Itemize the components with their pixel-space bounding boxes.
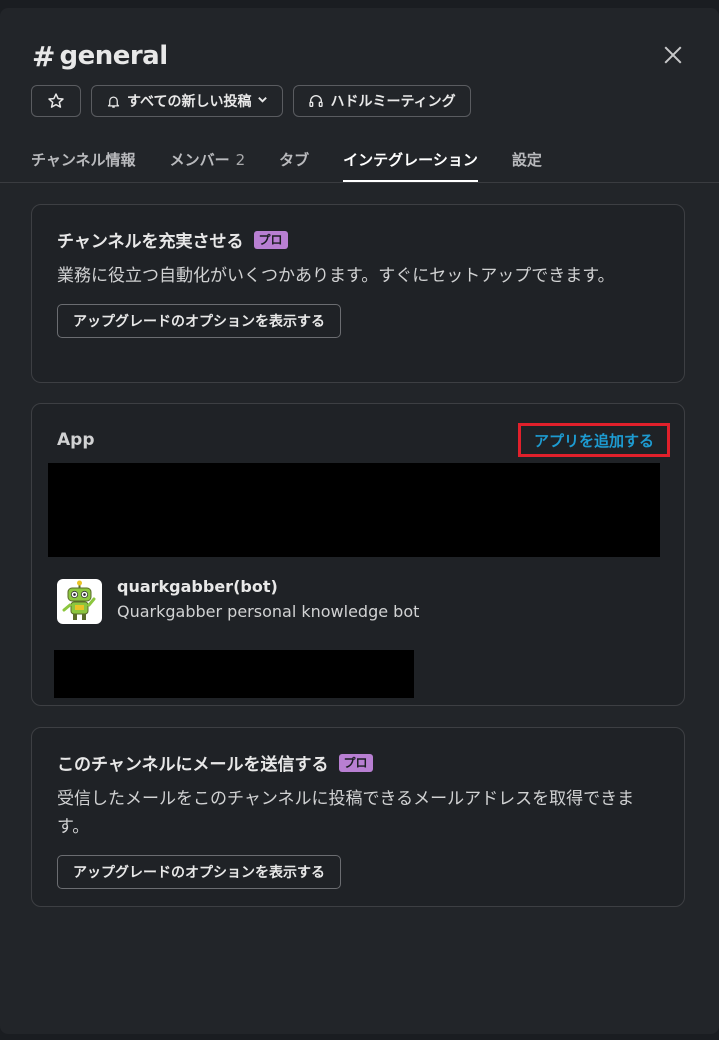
hash-icon: # bbox=[32, 39, 56, 73]
notification-settings-button[interactable]: すべての新しい投稿 bbox=[91, 85, 284, 117]
bell-icon bbox=[107, 96, 120, 108]
headphones-icon bbox=[309, 95, 324, 107]
tab-label: メンバー bbox=[169, 151, 230, 169]
tab-label: インテグレーション bbox=[343, 151, 478, 169]
apps-card: App アプリを追加する quarkgabber(bot) Quarkgabbe… bbox=[31, 403, 685, 706]
tab-label: チャンネル情報 bbox=[31, 151, 136, 169]
app-name: quarkgabber(bot) bbox=[117, 577, 278, 596]
star-button[interactable] bbox=[31, 85, 81, 117]
email-card-description: 受信したメールをこのチャンネルに投稿できるメールアドレスを取得できます。 bbox=[57, 789, 635, 837]
chevron-down-icon bbox=[257, 94, 268, 108]
tab-members[interactable]: メンバー 2 bbox=[170, 144, 246, 182]
email-card-title: このチャンネルにメールを送信する bbox=[57, 755, 329, 775]
view-upgrade-options-button[interactable]: アップグレードのオプションを表示する bbox=[57, 855, 341, 889]
channel-name: general bbox=[59, 41, 168, 71]
channel-tabs: チャンネル情報 メンバー 2 タブ インテグレーション 設定 bbox=[31, 144, 719, 182]
tab-divider bbox=[0, 182, 719, 183]
tab-integrations[interactable]: インテグレーション bbox=[343, 144, 478, 182]
redacted-region bbox=[48, 463, 660, 557]
email-card-heading: このチャンネルにメールを送信する プロ bbox=[57, 750, 659, 775]
tab-channel-info[interactable]: チャンネル情報 bbox=[31, 144, 136, 182]
enrich-card-heading: チャンネルを充実させる プロ bbox=[57, 227, 659, 252]
redacted-region bbox=[54, 650, 414, 698]
huddle-label: ハドルミーティング bbox=[330, 94, 456, 110]
enrich-channel-card: チャンネルを充実させる プロ 業務に役立つ自動化がいくつかあります。すぐにセット… bbox=[31, 204, 685, 383]
huddle-button[interactable]: ハドルミーティング bbox=[293, 85, 471, 117]
view-upgrade-options-button[interactable]: アップグレードのオプションを表示する bbox=[57, 304, 341, 338]
star-icon bbox=[48, 93, 64, 108]
tab-label: 設定 bbox=[511, 151, 542, 169]
add-app-link[interactable]: アプリを追加する bbox=[518, 423, 670, 457]
channel-details-modal: # general すべての新しい投稿 ハドルミーティング チャンネル情報 メン… bbox=[0, 8, 719, 1034]
email-to-channel-card: このチャンネルにメールを送信する プロ 受信したメールをこのチャンネルに投稿でき… bbox=[31, 727, 685, 907]
apps-section-label: App bbox=[57, 430, 95, 450]
tab-tabs[interactable]: タブ bbox=[279, 144, 309, 182]
app-description: Quarkgabber personal knowledge bot bbox=[117, 602, 420, 621]
enrich-card-title: チャンネルを充実させる bbox=[57, 232, 244, 252]
pro-badge: プロ bbox=[253, 230, 288, 249]
app-list-item[interactable]: quarkgabber(bot) Quarkgabber personal kn… bbox=[57, 577, 420, 624]
tab-label: タブ bbox=[279, 151, 310, 169]
tab-settings[interactable]: 設定 bbox=[512, 144, 542, 182]
notification-settings-label: すべての新しい投稿 bbox=[127, 94, 252, 110]
channel-actions: すべての新しい投稿 ハドルミーティング bbox=[31, 85, 471, 117]
member-count: 2 bbox=[235, 151, 246, 169]
app-text: quarkgabber(bot) Quarkgabber personal kn… bbox=[117, 577, 420, 621]
robot-app-icon bbox=[57, 579, 102, 624]
channel-title: # general bbox=[32, 36, 168, 76]
pro-badge: プロ bbox=[338, 753, 373, 772]
enrich-card-description: 業務に役立つ自動化がいくつかあります。すぐにセットアップできます。 bbox=[57, 266, 615, 286]
close-icon[interactable] bbox=[662, 44, 684, 66]
